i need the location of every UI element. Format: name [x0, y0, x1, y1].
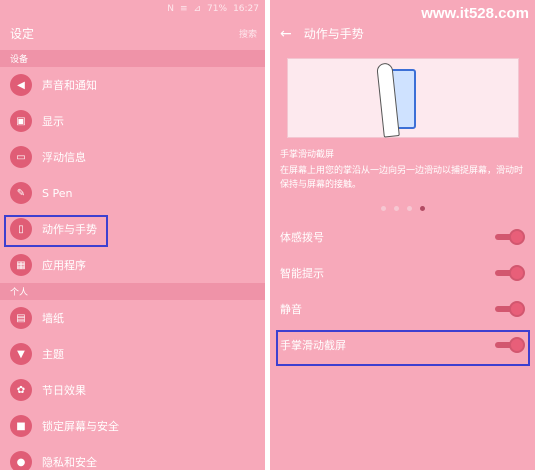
settings-item-floating-messages[interactable]: ▭ 浮动信息 [0, 139, 265, 175]
settings-item-motions-gestures[interactable]: ▯ 动作与手势 [0, 211, 265, 247]
wallpaper-icon: ▤ [10, 307, 32, 329]
settings-item-label: 节日效果 [42, 384, 86, 397]
toggle-label: 手掌滑动截屏 [280, 339, 346, 352]
motions-header: ← 动作与手势 [270, 17, 535, 50]
settings-item-applications[interactable]: ▦ 应用程序 [0, 247, 265, 283]
settings-item-display[interactable]: ▣ 显示 [0, 103, 265, 139]
section-header-personal: 个人 [0, 283, 265, 300]
settings-item-themes[interactable]: ▼ 主题 [0, 336, 265, 372]
settings-item-s-pen[interactable]: ✎ S Pen [0, 175, 265, 211]
settings-item-label: S Pen [42, 186, 73, 200]
toggle-row-direct-call[interactable]: 体感拨号 [270, 219, 535, 255]
settings-item-label: 浮动信息 [42, 151, 86, 164]
status-time: 16:27 [233, 3, 259, 14]
search-button[interactable]: 搜索 [239, 27, 257, 40]
settings-header: 设定 搜索 [0, 17, 265, 50]
page-title: 设定 [10, 27, 35, 41]
apps-grid-icon: ▦ [10, 254, 32, 276]
toggle-row-smart-alert[interactable]: 智能提示 [270, 255, 535, 291]
page-dot[interactable] [393, 206, 399, 211]
status-icon-signal: ≡ [179, 3, 188, 14]
toggle-row-palm-swipe-capture[interactable]: 手掌滑动截屏 [270, 327, 535, 366]
pen-icon: ✎ [10, 182, 32, 204]
settings-item-holiday-effects[interactable]: ✿ 节日效果 [0, 372, 265, 408]
display-icon: ▣ [10, 110, 32, 132]
palm-swipe-capture-switch[interactable] [495, 337, 525, 353]
settings-screen: N ≡ ⊿ 71% 16:27 设定 搜索 设备 ◀ 声音和通知 ▣ 显示 ▭ … [0, 0, 265, 470]
status-icon-cell: ⊿ [193, 3, 202, 14]
back-arrow-icon[interactable]: ← [280, 26, 292, 42]
feature-description: 在屏幕上用您的掌沿从一边向另一边滑动以捕捉屏幕，滑动时保持与屏幕的接触。 [280, 166, 524, 190]
settings-item-label: 主题 [42, 348, 64, 361]
battery-level: 71% [207, 3, 228, 14]
motion-gesture-icon: ▯ [10, 218, 32, 240]
page-indicator [270, 206, 535, 211]
toggle-label: 静音 [280, 303, 302, 316]
settings-item-label: 声音和通知 [42, 79, 97, 92]
page-dot[interactable] [380, 206, 386, 211]
settings-item-label: 隐私和安全 [42, 456, 97, 469]
settings-item-label: 墙纸 [42, 312, 64, 325]
status-icon-nfc: N [167, 3, 174, 14]
palm-swipe-illustration [286, 58, 519, 138]
privacy-icon: ● [10, 451, 32, 470]
settings-item-label: 锁定屏幕与安全 [42, 420, 119, 433]
settings-item-sound-notifications[interactable]: ◀ 声音和通知 [0, 67, 265, 103]
section-header-device: 设备 [0, 50, 265, 67]
settings-item-wallpaper[interactable]: ▤ 墙纸 [0, 300, 265, 336]
page-dot-active[interactable] [419, 206, 425, 211]
settings-item-label: 动作与手势 [42, 223, 97, 236]
page-title: 动作与手势 [303, 27, 364, 41]
smart-alert-switch[interactable] [495, 265, 525, 281]
toggle-label: 体感拨号 [280, 231, 324, 244]
toggle-label: 智能提示 [280, 267, 324, 280]
settings-item-label: 应用程序 [42, 259, 86, 272]
lock-icon: ■ [10, 415, 32, 437]
floating-messages-icon: ▭ [10, 146, 32, 168]
page-dot[interactable] [406, 206, 412, 211]
settings-item-privacy-safety[interactable]: ● 隐私和安全 [0, 444, 265, 470]
toggle-row-mute[interactable]: 静音 [270, 291, 535, 327]
theme-brush-icon: ▼ [10, 343, 32, 365]
settings-item-lock-screen-security[interactable]: ■ 锁定屏幕与安全 [0, 408, 265, 444]
status-bar: N ≡ ⊿ 71% 16:27 [0, 0, 265, 17]
holiday-effect-icon: ✿ [10, 379, 32, 401]
illustration-caption: 手掌滑动截屏 [280, 150, 335, 160]
speaker-icon: ◀ [10, 74, 32, 96]
mute-switch[interactable] [495, 301, 525, 317]
settings-item-label: 显示 [42, 115, 64, 128]
direct-call-switch[interactable] [495, 229, 525, 245]
motions-gestures-screen: www.it528.com ← 动作与手势 手掌滑动截屏 在屏幕上用您的掌沿从一… [270, 0, 535, 470]
